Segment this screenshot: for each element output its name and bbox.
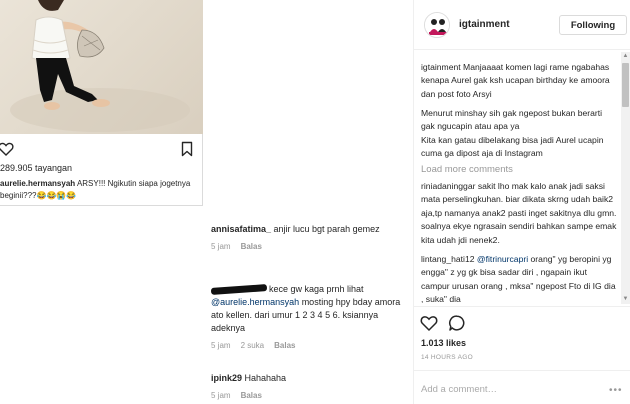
post-caption-paragraph: Kita kan gatau dibelakang bisa jadi Aure…	[421, 135, 604, 159]
bookmark-icon[interactable]	[179, 141, 195, 157]
post-actions	[0, 141, 203, 157]
comment-icon[interactable]	[448, 314, 466, 332]
comment-meta: 5 jam Balas	[211, 240, 411, 253]
comment-item: lintang_hati12 @fitrinurcapri orang" yg …	[421, 253, 617, 306]
embedded-post: 289.905 tayangan aurelie.hermansyah ARSY…	[0, 0, 203, 206]
account-logo-icon	[425, 13, 449, 37]
panel-actions: 1.013 likes 14 HOURS AGO •••	[414, 306, 630, 404]
comments-list[interactable]: igtainment Manjaaaat komen lagi rame nga…	[414, 50, 630, 306]
comment-item: riniadaninggar sakit lho mak kalo anak j…	[421, 181, 617, 245]
panel-header: igtainment Following	[414, 0, 630, 50]
comment-time: 5 jam	[211, 341, 231, 350]
like-count[interactable]: 1.013 likes	[421, 338, 466, 348]
comment-likes[interactable]: 2 suka	[241, 341, 265, 350]
comment-time: 5 jam	[211, 242, 231, 251]
comment-text: kece gw kaga prnh lihat	[269, 284, 364, 294]
heart-icon[interactable]	[0, 141, 14, 157]
caption-username[interactable]: aurelie.hermansyah	[0, 179, 75, 188]
scrollbar[interactable]: ▲ ▼	[621, 52, 630, 304]
comment-time: 5 jam	[211, 391, 231, 400]
more-options-icon[interactable]: •••	[609, 385, 623, 396]
scroll-thumb[interactable]	[622, 63, 629, 107]
following-button[interactable]: Following	[559, 15, 627, 35]
comment-mention[interactable]: @fitrinurcapri	[477, 254, 528, 264]
reply-button[interactable]: Balas	[274, 341, 295, 350]
redacted-username	[210, 284, 268, 296]
caption-text: ARSY!!! Ngikutin siapa jogetnya	[75, 179, 191, 188]
comment-item: annisafatima_ anjir lucu bgt parah gemez…	[211, 223, 411, 253]
post-detail-panel: igtainment Following igtainment Manjaaaa…	[413, 0, 630, 404]
reply-button[interactable]: Balas	[241, 391, 262, 400]
account-name[interactable]: igtainment	[459, 19, 510, 30]
comment-username[interactable]: ipink29	[211, 373, 242, 383]
comment-text: anjir lucu bgt parah gemez	[271, 224, 380, 234]
scroll-up-icon[interactable]: ▲	[621, 52, 630, 61]
post-caption-cont: beginii???😂😂😭😂	[0, 191, 77, 200]
load-more-comments-link[interactable]: Load more comments	[421, 164, 513, 175]
post-caption: aurelie.hermansyah ARSY!!! Ngikutin siap…	[0, 179, 190, 188]
heart-icon[interactable]	[420, 314, 438, 332]
post-photo[interactable]	[0, 0, 203, 134]
scroll-down-icon[interactable]: ▼	[621, 295, 630, 304]
child-dancing-image	[10, 0, 190, 132]
post-timestamp: 14 HOURS AGO	[421, 354, 474, 361]
comment-username[interactable]: lintang_hati12	[421, 254, 477, 264]
comment-text: Hahahaha	[242, 373, 287, 383]
comment-item: kece gw kaga prnh lihat @aurelie.hermans…	[210, 283, 411, 352]
post-caption: igtainment Manjaaaat komen lagi rame nga…	[421, 62, 610, 99]
add-comment-bar: •••	[414, 370, 630, 404]
post-caption-paragraph: Menurut minshay sih gak ngepost bukan be…	[421, 108, 603, 132]
comment-item: ipink29 Hahahaha 5 jam Balas	[211, 372, 411, 402]
avatar[interactable]	[424, 12, 450, 38]
add-comment-input[interactable]	[421, 381, 601, 397]
view-count: 289.905 tayangan	[0, 163, 73, 173]
comment-username[interactable]: annisafatima_	[211, 224, 271, 234]
comment-mention[interactable]: @aurelie.hermansyah	[211, 297, 299, 307]
comment-meta: 5 jam Balas	[211, 389, 411, 402]
comment-meta: 5 jam 2 suka Balas	[211, 339, 411, 352]
reply-button[interactable]: Balas	[241, 242, 262, 251]
